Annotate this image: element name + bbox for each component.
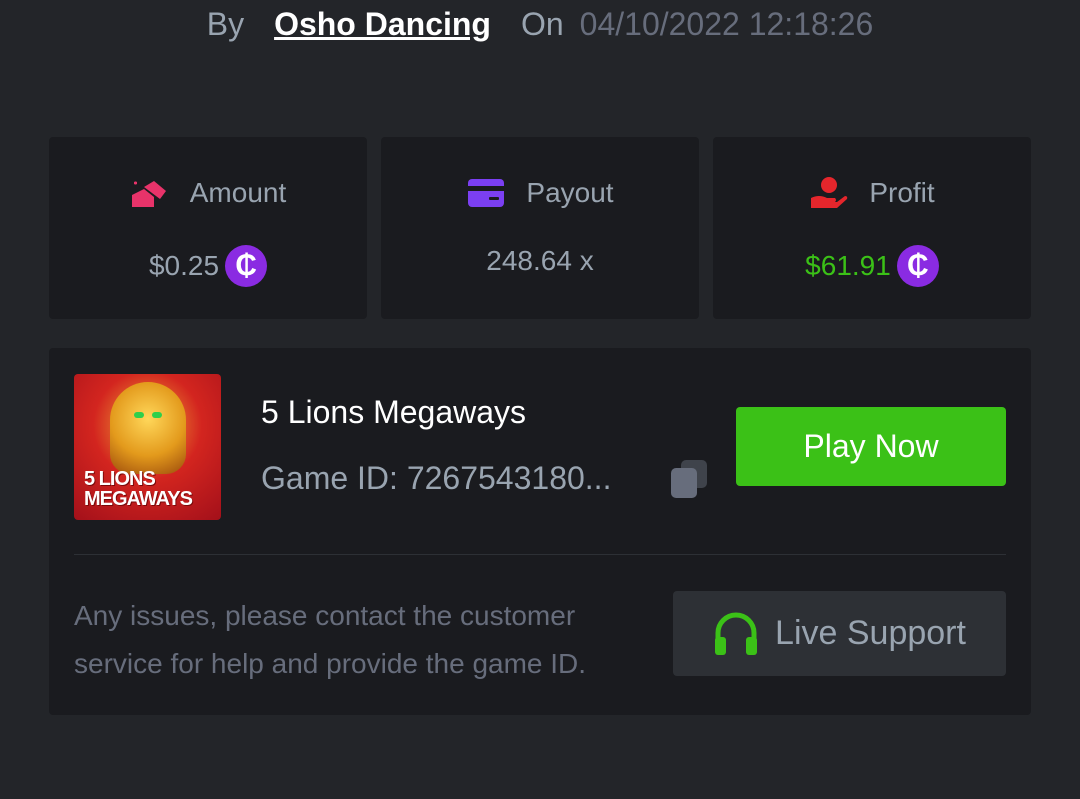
game-thumbnail[interactable]: 5 LIONS MEGAWAYS	[74, 374, 221, 520]
thumb-title-line2: MEGAWAYS	[84, 488, 193, 510]
by-label: By	[206, 5, 245, 42]
payout-header: Payout	[381, 173, 699, 213]
lion-eye	[152, 412, 162, 418]
profit-hand-icon	[809, 173, 849, 213]
coin-icon: ₵	[225, 245, 268, 287]
amount-header: Amount	[49, 173, 367, 213]
game-card: 5 LIONS MEGAWAYS 5 Lions Megaways Game I…	[49, 348, 1031, 715]
payout-value: 248.64 x	[486, 245, 594, 276]
live-support-label: Live Support	[775, 614, 966, 652]
play-now-button[interactable]: Play Now	[736, 407, 1006, 486]
card-icon	[466, 173, 506, 213]
player-name-link[interactable]: Osho Dancing	[274, 6, 491, 43]
amount-label: Amount	[189, 177, 287, 208]
help-text: Any issues, please contact the customer …	[74, 600, 587, 679]
profit-card: Profit $61.91 ₵	[713, 137, 1031, 319]
coin-icon: ₵	[896, 245, 939, 287]
game-id: Game ID: 7267543180...	[261, 460, 612, 496]
profit-value: $61.91	[805, 250, 891, 281]
bet-datetime: 04/10/2022 12:18:26	[579, 5, 874, 42]
divider	[74, 554, 1006, 555]
profit-value-row: $61.91 ₵	[713, 245, 1031, 287]
profit-header: Profit	[713, 173, 1031, 213]
amount-card: Amount $0.25 ₵	[49, 137, 367, 319]
payout-value-row: 248.64 x	[381, 245, 699, 277]
amount-value: $0.25	[148, 250, 220, 281]
amount-value-row: $0.25 ₵	[49, 245, 367, 287]
profit-label: Profit	[869, 177, 935, 208]
copy-icon[interactable]	[669, 458, 709, 500]
lion-artwork	[110, 382, 186, 474]
payout-card: Payout 248.64 x	[381, 137, 699, 319]
live-support-button[interactable]: Live Support	[673, 591, 1006, 676]
game-title: 5 Lions Megaways	[261, 394, 527, 430]
bet-byline: By Osho Dancing On 04/10/2022 12:18:26	[0, 0, 1080, 48]
on-label: On	[520, 5, 564, 42]
bet-amount-icon	[130, 173, 170, 213]
payout-label: Payout	[526, 177, 614, 208]
lion-eye	[134, 412, 144, 418]
headset-icon	[713, 611, 759, 657]
